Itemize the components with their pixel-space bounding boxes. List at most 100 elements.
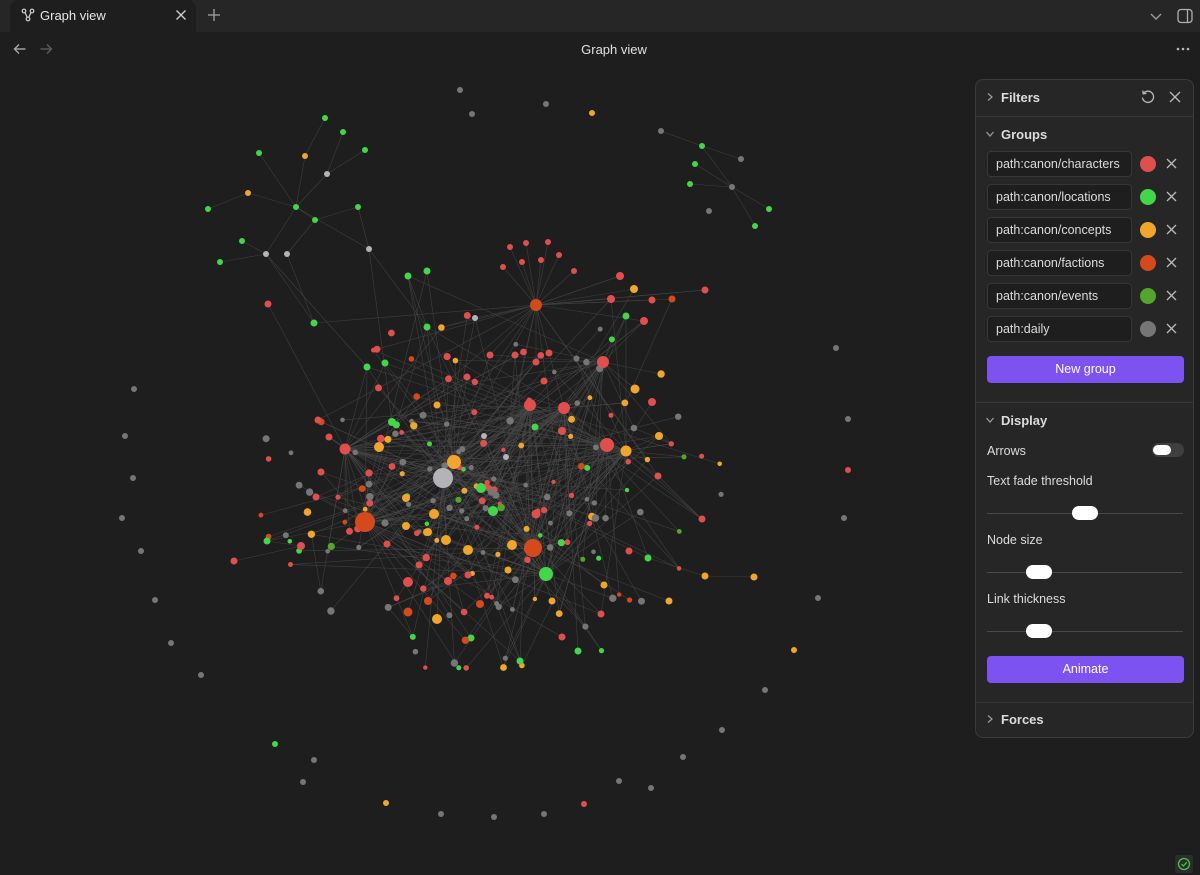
graph-node[interactable] [608,412,614,418]
graph-node[interactable] [460,608,468,616]
graph-node[interactable] [532,358,540,366]
graph-node[interactable] [543,493,551,501]
graph-node[interactable] [566,510,573,517]
graph-node[interactable] [438,811,444,817]
graph-node[interactable] [383,540,391,548]
graph-node[interactable] [687,181,693,187]
graph-node[interactable] [427,466,433,472]
graph-node[interactable] [495,603,502,611]
graph-node[interactable] [523,240,529,246]
graph-node[interactable] [284,251,290,257]
graph-node[interactable] [541,507,548,514]
graph-node[interactable] [655,432,663,440]
graph-node[interactable] [556,252,562,258]
graph-node[interactable] [346,527,353,535]
graph-node[interactable] [365,480,373,488]
graph-node[interactable] [314,416,322,424]
graph-node[interactable] [452,357,459,364]
sync-status-icon[interactable] [1175,855,1193,873]
graph-node[interactable] [471,409,478,416]
graph-node[interactable] [500,664,507,671]
graph-node[interactable] [524,539,542,557]
graph-node[interactable] [300,779,306,785]
display-section-header[interactable]: Display [976,403,1193,439]
graph-node[interactable] [591,549,596,555]
remove-group-icon[interactable] [1165,157,1178,170]
graph-node[interactable] [131,386,137,392]
graph-node[interactable] [584,497,590,502]
graph-node[interactable] [325,549,331,554]
graph-node[interactable] [310,319,318,327]
graph-node[interactable] [512,576,519,584]
graph-node[interactable] [312,217,318,223]
graph-node[interactable] [317,587,325,595]
graph-node[interactable] [738,156,744,162]
chevron-down-icon[interactable] [1148,8,1164,24]
graph-node[interactable] [668,295,676,303]
graph-node[interactable] [596,555,602,561]
graph-node[interactable] [729,184,735,190]
graph-node[interactable] [399,458,407,466]
graph-node[interactable] [616,778,622,784]
graph-node[interactable] [457,87,463,93]
graph-node[interactable] [373,345,381,353]
graph-node[interactable] [423,267,431,275]
graph-node[interactable] [486,351,494,359]
graph-node[interactable] [352,449,359,456]
graph-node[interactable] [366,246,372,252]
graph-node[interactable] [474,524,480,530]
graph-node[interactable] [122,433,128,439]
graph-node[interactable] [480,550,486,555]
color-swatch[interactable] [1140,156,1156,172]
graph-node[interactable] [718,491,724,497]
graph-node[interactable] [312,493,320,501]
slider-thumb[interactable] [1026,624,1053,638]
graph-node[interactable] [657,370,665,378]
graph-node[interactable] [438,324,445,331]
graph-node[interactable] [668,441,674,447]
graph-node[interactable] [583,358,590,366]
graph-node[interactable] [327,607,335,615]
graph-node[interactable] [500,264,506,270]
color-swatch[interactable] [1140,222,1156,238]
graph-node[interactable] [433,468,453,488]
graph-node[interactable] [305,488,314,496]
graph-node[interactable] [355,204,361,210]
graph-node[interactable] [557,539,565,547]
group-query-input[interactable] [987,151,1132,177]
graph-node[interactable] [381,359,389,367]
graph-node[interactable] [384,603,392,611]
graph-node[interactable] [580,556,586,562]
filters-section-header[interactable]: Filters [976,80,1193,116]
graph-node[interactable] [413,393,421,400]
graph-node[interactable] [383,800,389,806]
graph-node[interactable] [523,525,530,532]
group-query-input[interactable] [987,316,1132,342]
graph-node[interactable] [263,251,269,257]
graph-node[interactable] [335,494,341,500]
graph-node[interactable] [366,499,374,507]
remove-group-icon[interactable] [1165,223,1178,236]
graph-node[interactable] [719,727,725,733]
graph-node[interactable] [815,595,821,601]
graph-node[interactable] [393,595,400,602]
graph-node[interactable] [489,594,495,600]
graph-node[interactable] [578,463,585,470]
graph-node[interactable] [539,567,553,581]
graph-node[interactable] [469,111,475,117]
graph-node[interactable] [445,375,452,383]
graph-node[interactable] [621,399,629,407]
graph-node[interactable] [441,535,451,545]
graph-node[interactable] [487,488,496,496]
graph-node[interactable] [597,356,609,368]
graph-node[interactable] [402,522,410,530]
graph-node[interactable] [422,553,430,562]
graph-node[interactable] [265,456,272,462]
graph-node[interactable] [303,508,312,516]
graph-node[interactable] [648,785,654,791]
graph-node[interactable] [545,239,551,245]
graph-node[interactable] [424,521,430,527]
graph-node[interactable] [288,450,294,456]
graph-node[interactable] [402,494,410,502]
graph-node[interactable] [574,647,582,655]
